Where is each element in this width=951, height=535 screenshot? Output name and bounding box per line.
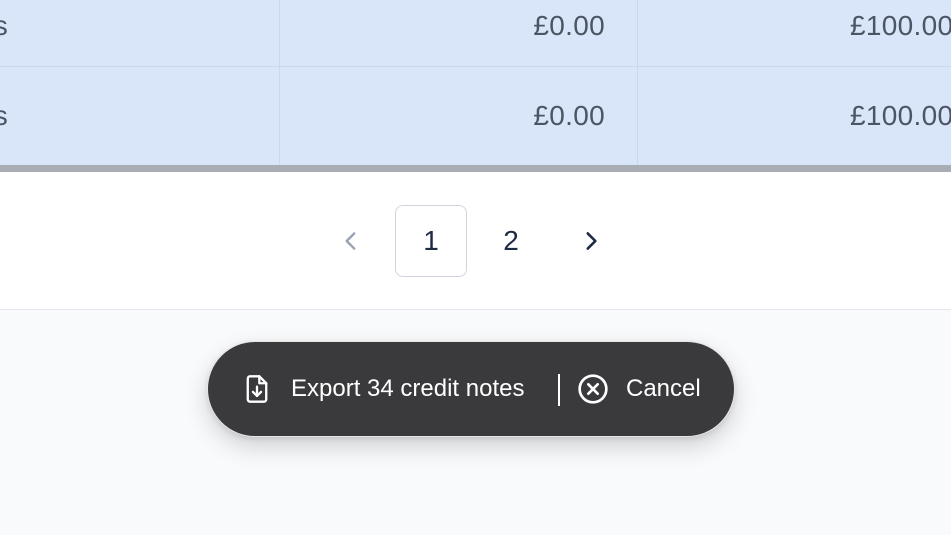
export-label: Export 34 credit notes — [291, 375, 525, 402]
table-cell-amount: £100.00 — [637, 67, 951, 165]
chevron-left-icon — [345, 232, 356, 250]
table-cell-lead: s — [0, 10, 8, 41]
circle-x-icon — [577, 373, 609, 405]
chevron-right-icon — [586, 232, 597, 250]
page-button-current[interactable]: 1 — [395, 205, 467, 277]
table-bottom-border — [0, 165, 951, 172]
previous-page-button[interactable] — [315, 205, 387, 277]
table-cell-amount: £0.00 — [279, 67, 637, 165]
table-row[interactable]: s £0.00 £100.00 — [0, 67, 951, 165]
table-cell-amount: £100.00 — [637, 0, 951, 66]
selected-rows-table: s £0.00 £100.00 s £0.00 £100.00 — [0, 0, 951, 172]
table-cell-amount: £0.00 — [279, 0, 637, 66]
table-row[interactable]: s £0.00 £100.00 — [0, 0, 951, 67]
pagination: 1 2 — [0, 172, 951, 310]
page-button[interactable]: 2 — [475, 205, 547, 277]
file-download-icon — [241, 373, 273, 405]
action-divider — [558, 374, 560, 406]
bulk-action-bar: Export 34 credit notes Cancel — [207, 341, 735, 437]
cancel-button[interactable]: Cancel — [577, 342, 701, 436]
table-cell-lead: s — [0, 100, 8, 131]
next-page-button[interactable] — [555, 205, 627, 277]
cancel-label: Cancel — [626, 375, 701, 402]
export-credit-notes-button[interactable]: Export 34 credit notes — [241, 342, 524, 436]
